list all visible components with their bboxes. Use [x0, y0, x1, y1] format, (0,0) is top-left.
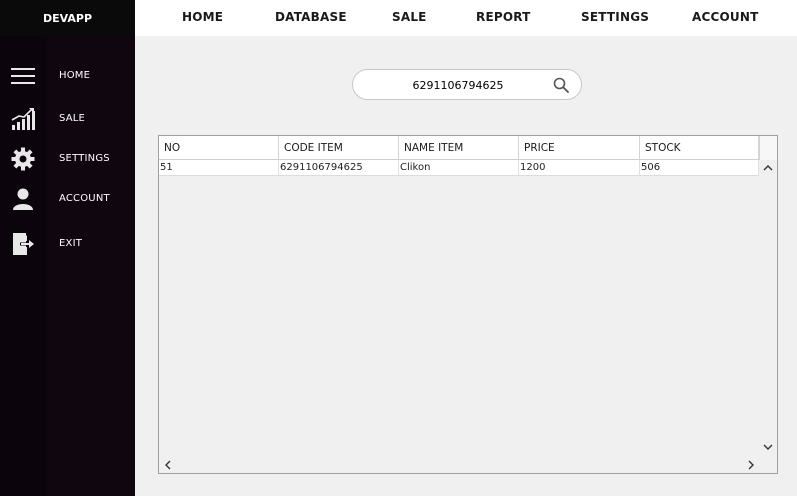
- items-table: NO CODE ITEM NAME ITEM PRICE STOCK 51 62…: [158, 135, 778, 474]
- column-header-price[interactable]: PRICE: [519, 136, 640, 160]
- table-row[interactable]: 51 6291106794625 Clikon 1200 506: [159, 160, 759, 176]
- topnav-sale[interactable]: SALE: [392, 0, 427, 34]
- column-header-stock[interactable]: STOCK: [640, 136, 759, 160]
- scroll-right-icon[interactable]: [748, 460, 756, 473]
- app-brand: DEVAPP: [0, 0, 135, 36]
- scroll-left-icon[interactable]: [163, 460, 171, 473]
- user-icon: [9, 187, 37, 211]
- topnav-account[interactable]: ACCOUNT: [692, 0, 758, 34]
- topnav-report[interactable]: REPORT: [476, 0, 531, 34]
- sidebar: DEVAPP HOME SALE SETTINGS ACCOUNT EXIT: [0, 0, 135, 496]
- chart-icon: [9, 107, 37, 131]
- horizontal-scrollbar[interactable]: [159, 457, 759, 473]
- cell-name-item[interactable]: Clikon: [399, 160, 519, 176]
- cell-price[interactable]: 1200: [519, 160, 640, 176]
- topnav-settings[interactable]: SETTINGS: [581, 0, 649, 34]
- table-header: NO CODE ITEM NAME ITEM PRICE STOCK: [159, 136, 759, 160]
- sidebar-item-label: SETTINGS: [59, 153, 110, 164]
- search-box: [352, 69, 582, 100]
- column-header-name-item[interactable]: NAME ITEM: [399, 136, 519, 160]
- sidebar-item-label: ACCOUNT: [59, 193, 110, 204]
- gear-icon: [9, 147, 37, 171]
- sidebar-item-label: SALE: [59, 113, 86, 124]
- sidebar-item-label: HOME: [59, 70, 91, 81]
- exit-icon: [9, 232, 37, 256]
- scroll-up-icon[interactable]: [763, 163, 773, 174]
- sidebar-item-settings[interactable]: SETTINGS: [0, 144, 135, 174]
- top-nav-bar: HOME DATABASE SALE REPORT SETTINGS ACCOU…: [135, 0, 797, 36]
- sidebar-item-sale[interactable]: SALE: [0, 104, 135, 134]
- topnav-home[interactable]: HOME: [182, 0, 223, 34]
- sidebar-item-home[interactable]: HOME: [0, 61, 135, 91]
- cell-stock[interactable]: 506: [640, 160, 759, 176]
- search-icon[interactable]: [553, 77, 569, 93]
- sidebar-item-account[interactable]: ACCOUNT: [0, 184, 135, 214]
- column-header-no[interactable]: NO: [159, 136, 279, 160]
- column-header-code-item[interactable]: CODE ITEM: [279, 136, 399, 160]
- search-input[interactable]: [373, 76, 543, 94]
- vertical-scrollbar[interactable]: [759, 160, 777, 457]
- cell-no[interactable]: 51: [159, 160, 279, 176]
- sidebar-item-label: EXIT: [59, 238, 83, 249]
- menu-icon: [9, 64, 37, 88]
- table-header-corner: [759, 136, 777, 160]
- topnav-database[interactable]: DATABASE: [275, 0, 347, 34]
- cell-code-item[interactable]: 6291106794625: [279, 160, 399, 176]
- scroll-down-icon[interactable]: [763, 443, 773, 454]
- sidebar-item-exit[interactable]: EXIT: [0, 229, 135, 259]
